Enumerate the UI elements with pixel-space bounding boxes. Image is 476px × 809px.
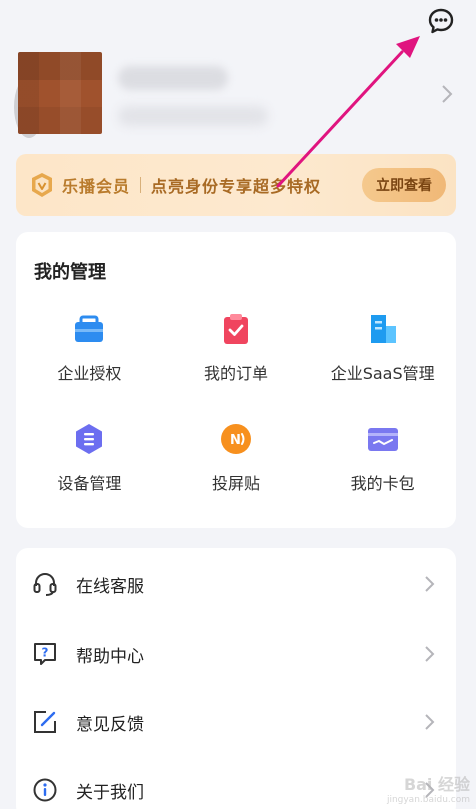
help-question-icon: ?	[34, 643, 56, 665]
username-obscured	[118, 66, 228, 90]
management-card: 我的管理 企业授权 我的订单 企业SaaS管理 设备管理 N 投屏贴 我的卡包	[16, 232, 456, 528]
building-icon	[370, 315, 396, 343]
profile-header[interactable]	[0, 40, 476, 150]
help-center-row[interactable]: ? 帮助中心	[16, 620, 456, 688]
menu-card: 在线客服 ? 帮助中心 意见反馈 关于我们	[16, 548, 456, 809]
vip-divider	[140, 177, 142, 193]
grid-label: 企业SaaS管理	[330, 364, 435, 383]
watermark-title: Bai 经验	[403, 775, 470, 794]
edit-feedback-icon	[34, 711, 56, 733]
online-support-row[interactable]: 在线客服	[16, 550, 456, 618]
my-orders-item[interactable]: 我的订单	[163, 302, 310, 384]
chevron-right-icon	[425, 576, 435, 592]
chevron-right-icon	[425, 646, 435, 662]
management-grid: 企业授权 我的订单 企业SaaS管理 设备管理 N 投屏贴 我的卡包	[16, 302, 456, 494]
info-icon	[33, 778, 57, 802]
message-button[interactable]	[426, 6, 456, 36]
management-title: 我的管理	[34, 262, 106, 283]
feedback-row[interactable]: 意见反馈	[16, 688, 456, 756]
watermark-url: jingyan.baidu.com	[386, 795, 470, 805]
headset-icon	[33, 572, 57, 596]
order-check-icon	[223, 314, 248, 344]
chevron-right-icon	[442, 85, 453, 103]
view-now-button[interactable]: 立即查看	[362, 168, 446, 202]
chevron-right-icon	[425, 714, 435, 730]
chat-bubble-icon	[428, 8, 454, 34]
svg-text:N: N	[230, 433, 241, 448]
top-bar	[0, 0, 476, 44]
svg-text:?: ?	[42, 646, 49, 660]
watermark: Bai 经验 jingyan.baidu.com	[387, 771, 470, 805]
vip-name: 乐播会员	[62, 177, 131, 196]
vip-promo-text: 点亮身份专享超多特权	[151, 177, 322, 196]
grid-label: 投屏贴	[211, 474, 260, 493]
device-management-item[interactable]: 设备管理	[16, 412, 163, 494]
cast-sticker-item[interactable]: N 投屏贴	[163, 412, 310, 494]
enterprise-saas-item[interactable]: 企业SaaS管理	[309, 302, 456, 384]
cast-sticker-icon: N	[220, 424, 251, 454]
grid-label: 设备管理	[57, 474, 122, 493]
enterprise-auth-item[interactable]: 企业授权	[16, 302, 163, 384]
grid-label: 企业授权	[57, 364, 122, 383]
grid-label: 我的订单	[203, 364, 268, 383]
menu-label: 关于我们	[76, 782, 144, 803]
grid-label: 我的卡包	[350, 474, 415, 493]
menu-label: 在线客服	[76, 576, 144, 597]
user-info-obscured	[118, 106, 268, 126]
hexagon-device-icon	[76, 424, 103, 454]
card-wallet-icon	[367, 428, 398, 451]
card-wallet-item[interactable]: 我的卡包	[309, 412, 456, 494]
menu-label: 意见反馈	[76, 714, 144, 735]
shield-badge-icon	[32, 173, 52, 197]
menu-label: 帮助中心	[76, 646, 144, 667]
avatar[interactable]	[18, 52, 102, 134]
vip-banner[interactable]: 乐播会员 点亮身份专享超多特权 立即查看	[16, 154, 456, 216]
briefcase-icon	[75, 315, 104, 342]
